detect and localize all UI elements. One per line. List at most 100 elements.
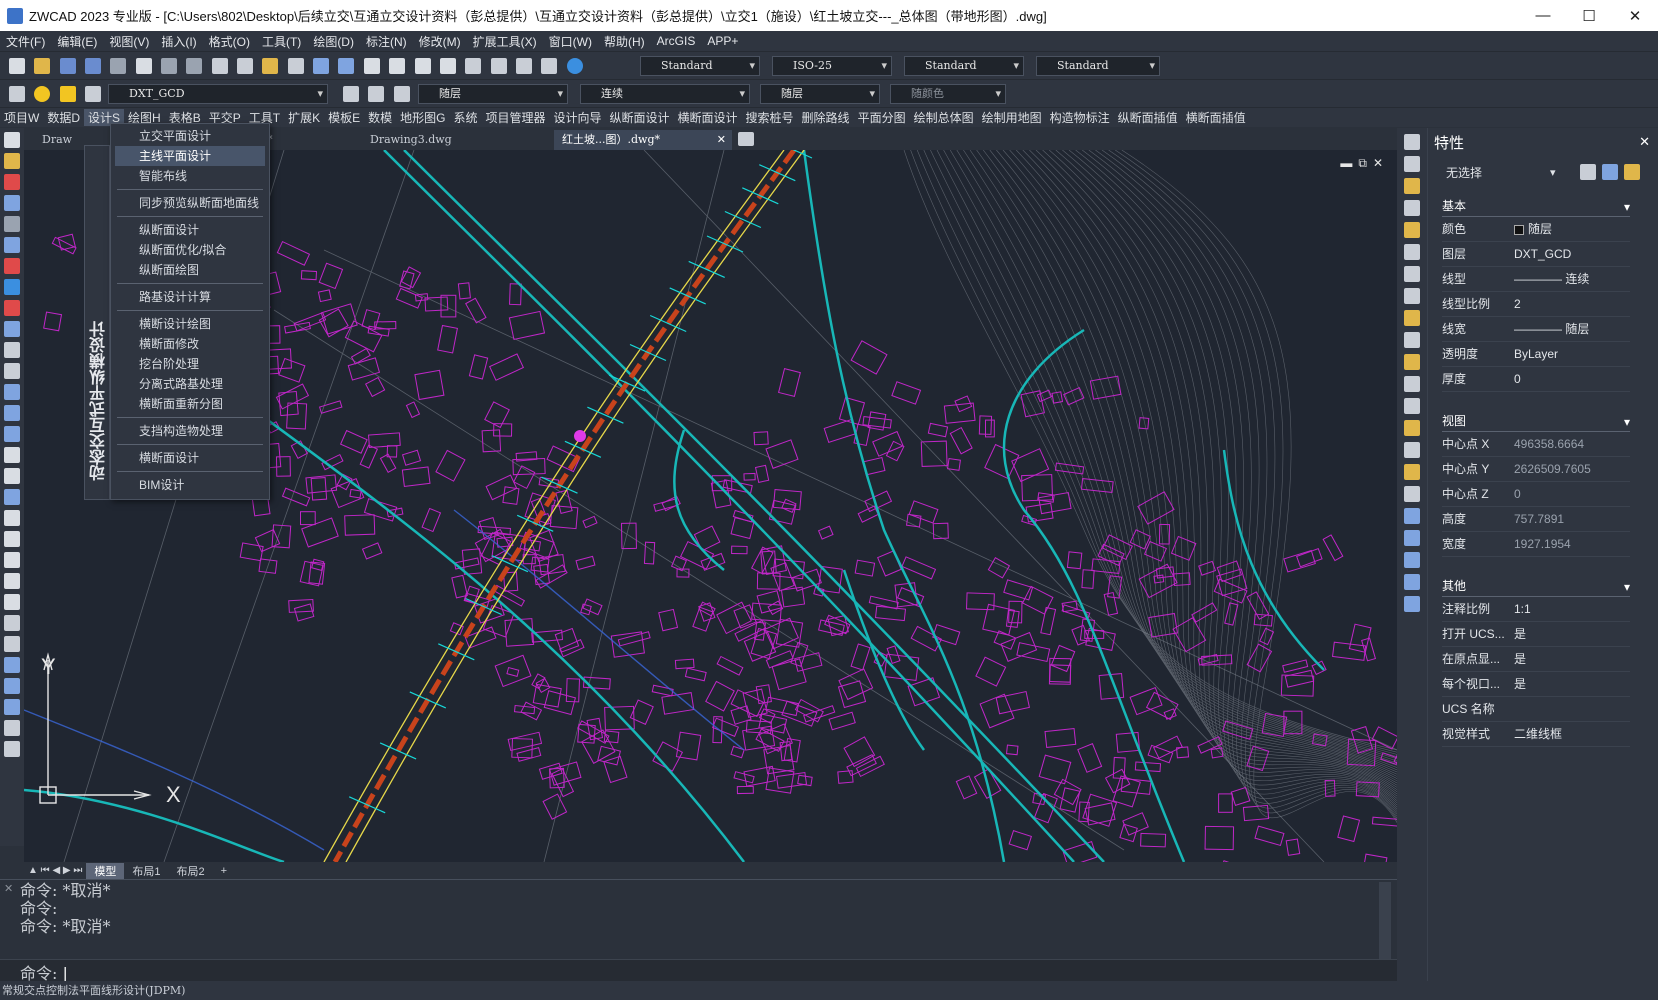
property-row[interactable]: 线宽 ———— 随层 [1442,317,1630,342]
ribbon-tab[interactable]: 纵断面插值 [1114,109,1182,126]
undo-icon[interactable] [313,58,330,74]
insert-block-icon[interactable] [4,615,20,631]
menu-item[interactable]: 横断面重新分图 [111,394,269,414]
property-value[interactable]: DXT_GCD [1510,242,1630,266]
print-icon[interactable] [135,58,152,74]
offset-icon[interactable] [1404,200,1420,216]
property-value[interactable]: 随层 [1510,217,1630,241]
tool-4-icon[interactable] [4,195,20,211]
point-icon[interactable] [4,657,20,673]
menu-item[interactable]: 立交平面设计 [111,126,269,146]
property-row[interactable]: UCS 名称 [1442,697,1630,722]
property-value[interactable] [1510,697,1630,721]
ribbon-tab[interactable]: 纵断面设计 [606,109,674,126]
property-value[interactable]: ———— 随层 [1510,317,1630,341]
ribbon-tab[interactable]: 数模 [364,109,396,126]
properties-section-header[interactable]: 基本 ▾ [1442,199,1630,217]
menu-app-plus[interactable]: APP+ [701,34,744,48]
multileader-style-select[interactable]: Standard [1036,56,1160,76]
property-value[interactable]: 2 [1510,292,1630,316]
layout-tab-model[interactable]: 模型 [86,862,125,879]
menu-view[interactable]: 视图(V) [103,33,155,50]
ribbon-tab[interactable]: 扩展K [284,109,324,126]
add-layout-button[interactable]: + [213,865,235,877]
match-properties-icon[interactable] [287,58,304,74]
property-row[interactable]: 颜色 随层 [1442,217,1630,242]
rectangle-icon[interactable] [4,468,20,484]
revcloud-icon[interactable] [4,531,20,547]
property-value[interactable]: 2626509.7605 [1510,457,1630,481]
zoom-previous-icon[interactable] [439,58,456,74]
property-value[interactable]: ByLayer [1510,342,1630,366]
property-row[interactable]: 线型比例 2 [1442,292,1630,317]
ribbon-tab[interactable]: 系统 [449,109,481,126]
text-style-select[interactable]: Standard [640,56,760,76]
ribbon-tab[interactable]: 横断面设计 [674,109,742,126]
menu-help[interactable]: 帮助(H) [598,33,651,50]
menu-window[interactable]: 窗口(W) [543,33,598,50]
trim-icon[interactable] [1404,332,1420,348]
table-style-select[interactable]: Standard [904,56,1024,76]
property-value[interactable]: 二维线框 [1510,722,1630,746]
table-icon[interactable] [4,720,20,736]
new-file-icon[interactable] [9,58,25,74]
tool-8-icon[interactable] [4,279,20,295]
property-row[interactable]: 厚度 0 [1442,367,1630,392]
property-row[interactable]: 中心点 Z 0 [1442,482,1630,507]
close-tab-icon[interactable]: ✕ [717,130,726,150]
array-icon[interactable] [1404,222,1420,238]
rotate-icon[interactable] [1404,266,1420,282]
layer-select[interactable]: DXT_GCD [108,84,328,104]
pan-icon[interactable] [363,58,380,74]
menu-insert[interactable]: 插入(I) [155,33,202,50]
property-value[interactable]: 是 [1510,672,1630,696]
save-icon[interactable] [59,58,76,74]
property-value[interactable]: 0 [1510,482,1630,506]
viewport-restore-icon[interactable]: ⧉ [1358,156,1373,170]
layer-freeze-icon[interactable] [59,86,76,102]
toggle-pickadd-icon[interactable] [1580,164,1596,180]
property-value[interactable]: 是 [1510,647,1630,671]
scale-icon[interactable] [1404,288,1420,304]
ribbon-tab[interactable]: 项目W [0,109,43,126]
property-row[interactable]: 中心点 Y 2626509.7605 [1442,457,1630,482]
doc-tab-active[interactable]: 红土坡...图）.dwg* ✕ [554,130,732,150]
layer-manager-icon[interactable] [9,86,25,102]
ribbon-tab[interactable]: 绘制总体图 [910,109,978,126]
property-value[interactable]: 0 [1510,367,1630,391]
ribbon-tab[interactable]: 横断面插值 [1182,109,1250,126]
layout-tab-2[interactable]: 布局2 [169,863,213,879]
properties-close-icon[interactable]: ✕ [1639,134,1650,150]
menu-item[interactable]: 纵断面优化/拟合 [111,240,269,260]
command-input[interactable]: 命令: | [0,959,1397,983]
ribbon-tab[interactable]: 数据D [43,109,84,126]
property-row[interactable]: 透明度 ByLayer [1442,342,1630,367]
plot-icon[interactable] [186,58,203,74]
menu-item[interactable]: 纵断面绘图 [111,260,269,280]
publish-icon[interactable] [110,58,127,74]
layer-states-icon[interactable] [368,86,385,102]
tool-9-icon[interactable] [4,300,20,316]
plot-style-select[interactable]: 随颜色 [890,84,1006,104]
property-row[interactable]: 打开 UCS... 是 [1442,622,1630,647]
tool-5-icon[interactable] [4,216,20,232]
ribbon-tab[interactable]: 删除路线 [798,109,854,126]
ribbon-tab[interactable]: 搜索桩号 [742,109,798,126]
xline-icon[interactable] [4,405,20,421]
copy-object-icon[interactable] [1404,156,1420,172]
back-icon[interactable] [1404,552,1420,568]
line-icon[interactable] [4,384,20,400]
save-as-icon[interactable] [85,58,102,74]
circle-icon[interactable] [4,510,20,526]
dim-style-select[interactable]: ISO-25 [772,56,892,76]
move-icon[interactable] [1404,244,1420,260]
ribbon-tab[interactable]: 地形图G [396,109,449,126]
property-row[interactable]: 高度 757.7891 [1442,507,1630,532]
lineweight-select[interactable]: 随层 [760,84,880,104]
property-value[interactable]: 1927.1954 [1510,532,1630,556]
blend-icon[interactable] [1404,486,1420,502]
property-value[interactable]: 496358.6664 [1510,432,1630,456]
viewport-minimize-icon[interactable]: ▬ [1340,156,1358,170]
menu-dimension[interactable]: 标注(N) [360,33,413,50]
above-icon[interactable] [1404,574,1420,590]
